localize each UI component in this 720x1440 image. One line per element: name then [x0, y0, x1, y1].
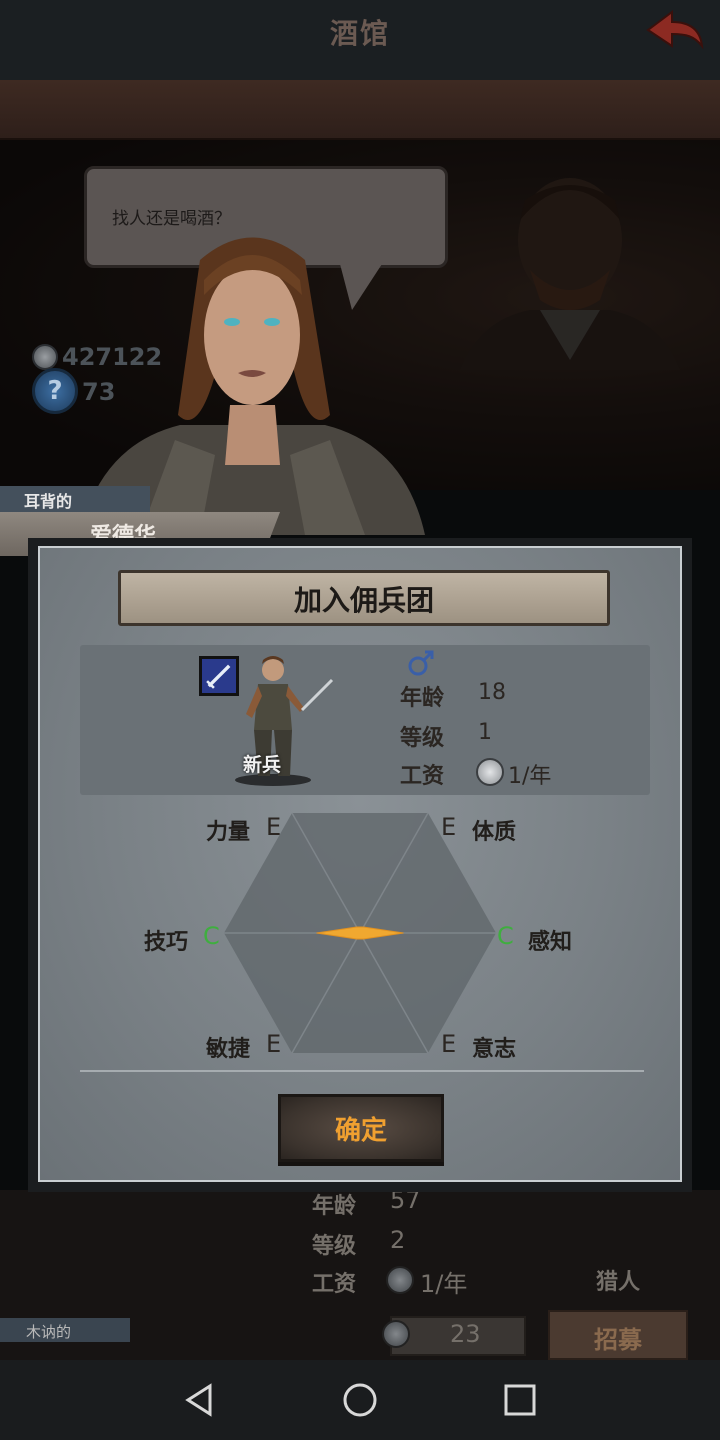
help-icon[interactable]: ? — [32, 368, 78, 414]
bg-level-value: 2 — [390, 1226, 406, 1254]
attribute-radar-chart — [224, 812, 496, 1054]
level-label: 等级 — [400, 726, 445, 751]
dialog-title: 加入佣兵团 — [293, 584, 434, 617]
bg-trait-label: 木讷的 — [26, 1323, 72, 1341]
bg-age-label: 年龄 — [312, 1194, 357, 1219]
back-arrow-icon[interactable] — [642, 6, 706, 54]
attr-will-label: 意志 — [472, 1037, 517, 1062]
bg-wage-coin-icon — [386, 1266, 414, 1294]
bg-class-label: 猎人 — [596, 1270, 641, 1295]
bg-wage-value: 1/年 — [420, 1270, 468, 1298]
attr-skill-label: 技巧 — [144, 930, 189, 955]
attr-will-grade: E — [441, 1030, 457, 1058]
trait-label: 耳背的 — [24, 492, 73, 511]
male-gender-icon — [408, 650, 434, 676]
attr-strength-label: 力量 — [206, 820, 251, 845]
nav-recents-icon[interactable] — [500, 1380, 540, 1420]
attr-perception-grade: C — [497, 922, 514, 950]
attr-perception-label: 感知 — [528, 930, 573, 955]
silver-coin-icon — [476, 758, 504, 786]
wage-value: 1/年 — [508, 764, 552, 789]
rank-label: 新兵 — [243, 754, 282, 776]
bg-price-coin-icon — [382, 1320, 410, 1348]
trait-tag — [0, 486, 150, 512]
confirm-label: 确定 — [334, 1116, 387, 1146]
attr-constitution-grade: E — [441, 813, 457, 841]
silver-coin-icon — [32, 344, 58, 370]
wage-label: 工资 — [400, 764, 445, 789]
attr-agility-grade: E — [266, 1030, 282, 1058]
age-label: 年龄 — [400, 686, 445, 711]
level-value: 1 — [478, 720, 492, 745]
dialog-divider — [80, 1070, 644, 1072]
attr-constitution-label: 体质 — [472, 820, 517, 845]
bg-level-label: 等级 — [312, 1234, 357, 1259]
attr-agility-label: 敏捷 — [206, 1037, 251, 1062]
nav-home-icon[interactable] — [340, 1380, 380, 1420]
info-panel — [80, 645, 650, 795]
game-screen: 酒馆 找人还是喝酒？ 427122 ? 73 耳背的 爱德华 年龄 57 等级 … — [0, 0, 720, 1440]
page-title: 酒馆 — [329, 17, 390, 50]
bg-recruit-label: 招募 — [594, 1326, 642, 1354]
title-bar — [0, 80, 720, 140]
attr-skill-grade: C — [203, 922, 220, 950]
age-value: 18 — [478, 680, 506, 705]
attr-strength-grade: E — [266, 813, 282, 841]
nav-back-icon[interactable] — [180, 1380, 220, 1420]
bg-wage-label: 工资 — [312, 1272, 357, 1297]
bg-price-value: 23 — [450, 1320, 481, 1348]
